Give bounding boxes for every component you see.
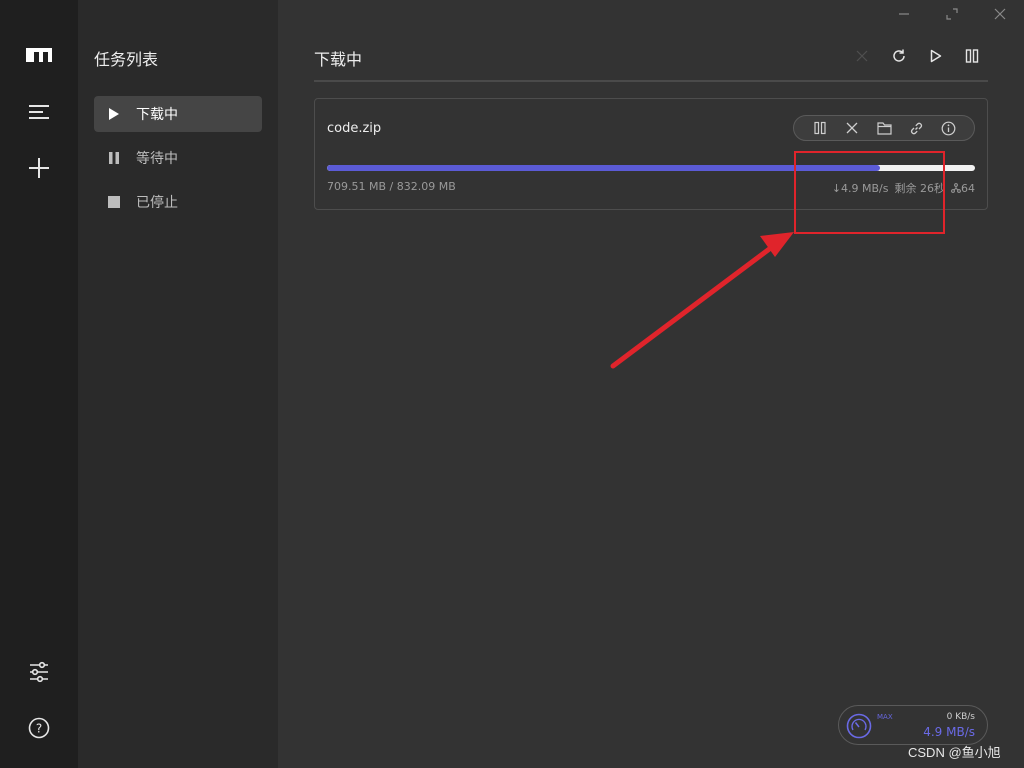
speedometer-icon bbox=[846, 713, 872, 739]
task-connections-count: 64 bbox=[961, 181, 975, 195]
sidebar-item-stopped[interactable]: 已停止 bbox=[94, 184, 262, 220]
annotation-highlight-box bbox=[794, 151, 945, 234]
task-actions bbox=[793, 115, 975, 141]
link-icon[interactable] bbox=[908, 120, 924, 136]
sidebar-item-label: 已停止 bbox=[136, 195, 178, 211]
pause-icon bbox=[106, 150, 122, 166]
pause-icon[interactable] bbox=[812, 120, 828, 136]
refresh-icon[interactable] bbox=[889, 46, 909, 66]
info-icon[interactable] bbox=[940, 120, 956, 136]
close-icon[interactable] bbox=[988, 4, 1012, 24]
svg-text:?: ? bbox=[36, 722, 42, 736]
main-panel: 下载中 code.zip 709.51 MB / 832.09 MB ↓4.9 … bbox=[278, 0, 1024, 768]
watermark: CSDN @鱼小旭 bbox=[908, 745, 1001, 760]
resume-all-icon[interactable] bbox=[926, 46, 946, 66]
play-icon bbox=[106, 106, 122, 122]
pause-all-icon[interactable] bbox=[962, 46, 982, 66]
task-connections: 64 bbox=[951, 182, 975, 195]
download-speed: 4.9 MB/s bbox=[923, 725, 975, 739]
sidebar-item-waiting[interactable]: 等待中 bbox=[94, 140, 262, 176]
minimize-icon[interactable] bbox=[892, 4, 916, 24]
logo-icon[interactable] bbox=[24, 40, 54, 70]
page-title: 下载中 bbox=[314, 50, 363, 69]
task-size-text: 709.51 MB / 832.09 MB bbox=[327, 180, 456, 193]
clear-icon[interactable] bbox=[852, 46, 872, 66]
folder-icon[interactable] bbox=[876, 120, 892, 136]
help-icon[interactable]: ? bbox=[24, 713, 54, 743]
task-sidebar: 任务列表 下载中 等待中 已停止 bbox=[78, 0, 278, 768]
connections-icon bbox=[951, 182, 961, 193]
upload-speed: 0 KB/s bbox=[946, 712, 975, 722]
sidebar-item-downloading[interactable]: 下载中 bbox=[94, 96, 262, 132]
task-filename: code.zip bbox=[327, 121, 382, 136]
header-divider bbox=[314, 80, 988, 82]
settings-icon[interactable] bbox=[24, 657, 54, 687]
sidebar-title: 任务列表 bbox=[94, 50, 159, 69]
menu-icon[interactable] bbox=[24, 97, 54, 127]
sidebar-item-label: 下载中 bbox=[136, 107, 178, 123]
speed-max-label: MAX bbox=[877, 713, 893, 721]
speedometer-widget[interactable]: MAX 0 KB/s 4.9 MB/s bbox=[838, 705, 988, 745]
maximize-icon[interactable] bbox=[940, 4, 964, 24]
icon-rail: ? bbox=[0, 0, 78, 768]
sidebar-item-label: 等待中 bbox=[136, 151, 178, 167]
add-icon[interactable] bbox=[24, 153, 54, 183]
stop-icon bbox=[106, 194, 122, 210]
delete-icon[interactable] bbox=[844, 120, 860, 136]
